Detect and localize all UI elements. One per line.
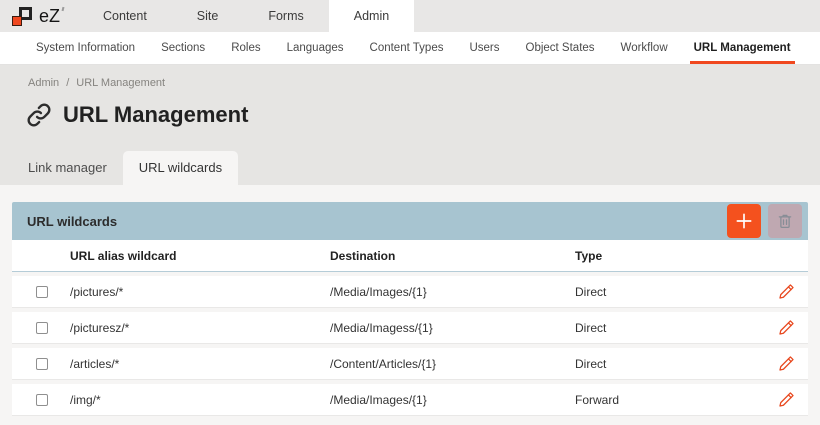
- logo-orange-square: [12, 16, 22, 26]
- ez-logo-text: eZ: [39, 6, 60, 27]
- page-title-text: URL Management: [63, 102, 248, 128]
- row-checkbox-cell: [12, 286, 70, 298]
- row-checkbox-cell: [12, 358, 70, 370]
- pencil-icon: [778, 391, 795, 408]
- cell-wildcard: /pictures/*: [70, 285, 330, 299]
- adminnav-item-workflow[interactable]: Workflow: [608, 32, 681, 64]
- row-checkbox-cell: [12, 394, 70, 406]
- row-actions-cell: [764, 317, 808, 338]
- cell-wildcard: /img/*: [70, 393, 330, 407]
- cell-type: Direct: [575, 321, 764, 335]
- delete-wildcard-button[interactable]: [768, 204, 802, 238]
- edit-wildcard-button[interactable]: [776, 281, 797, 302]
- tabs: Link manager URL wildcards: [12, 151, 238, 185]
- topnav-item-forms[interactable]: Forms: [243, 0, 328, 32]
- row-actions-cell: [764, 281, 808, 302]
- top-bar: eZ Content Site Forms Admin: [0, 0, 820, 32]
- row-checkbox[interactable]: [36, 358, 48, 370]
- row-checkbox-cell: [12, 322, 70, 334]
- cell-destination: /Media/Images/{1}: [330, 285, 575, 299]
- ez-logo-icon: [12, 6, 33, 27]
- admin-sub-nav: System Information Sections Roles Langua…: [0, 32, 820, 65]
- pencil-icon: [778, 319, 795, 336]
- cell-type: Direct: [575, 285, 764, 299]
- adminnav-item-object-states[interactable]: Object States: [513, 32, 608, 64]
- table-row: /articles/* /Content/Articles/{1} Direct: [12, 348, 808, 380]
- plus-icon: [734, 211, 754, 231]
- link-icon: [26, 102, 52, 128]
- breadcrumb-separator: /: [66, 77, 69, 89]
- cell-destination: /Media/Imagess/{1}: [330, 321, 575, 335]
- ez-logo[interactable]: eZ: [0, 0, 66, 32]
- topnav-item-site[interactable]: Site: [172, 0, 244, 32]
- table-row: /img/* /Media/Images/{1} Forward: [12, 384, 808, 416]
- panel-title: URL wildcards: [27, 214, 727, 229]
- pencil-icon: [778, 283, 795, 300]
- tab-link-manager[interactable]: Link manager: [12, 151, 123, 185]
- row-actions-cell: [764, 389, 808, 410]
- cell-wildcard: /articles/*: [70, 357, 330, 371]
- page-header: Admin / URL Management URL Management Li…: [0, 65, 820, 185]
- topnav-item-content[interactable]: Content: [78, 0, 172, 32]
- table-header-row: URL alias wildcard Destination Type: [12, 240, 808, 272]
- edit-wildcard-button[interactable]: [776, 317, 797, 338]
- adminnav-item-url-management[interactable]: URL Management: [681, 32, 804, 64]
- breadcrumb-item-admin[interactable]: Admin: [28, 77, 59, 89]
- add-wildcard-button[interactable]: [727, 204, 761, 238]
- table-row: /pictures/* /Media/Images/{1} Direct: [12, 276, 808, 308]
- adminnav-item-languages[interactable]: Languages: [274, 32, 357, 64]
- edit-wildcard-button[interactable]: [776, 353, 797, 374]
- adminnav-item-sections[interactable]: Sections: [148, 32, 218, 64]
- top-nav: Content Site Forms Admin: [78, 0, 414, 32]
- breadcrumb-item-url-management: URL Management: [76, 77, 165, 89]
- panel-header: URL wildcards: [12, 202, 808, 240]
- adminnav-item-system-information[interactable]: System Information: [23, 32, 148, 64]
- breadcrumb: Admin / URL Management: [0, 65, 820, 89]
- page-title: URL Management: [26, 102, 820, 128]
- cell-type: Direct: [575, 357, 764, 371]
- edit-wildcard-button[interactable]: [776, 389, 797, 410]
- cell-wildcard: /picturesz/*: [70, 321, 330, 335]
- row-actions-cell: [764, 353, 808, 374]
- adminnav-item-content-types[interactable]: Content Types: [357, 32, 457, 64]
- column-header-type: Type: [575, 249, 764, 263]
- url-wildcards-panel: URL wildcards: [12, 202, 808, 416]
- cell-destination: /Media/Images/{1}: [330, 393, 575, 407]
- tab-url-wildcards[interactable]: URL wildcards: [123, 151, 238, 185]
- row-checkbox[interactable]: [36, 322, 48, 334]
- adminnav-item-users[interactable]: Users: [456, 32, 512, 64]
- row-checkbox[interactable]: [36, 286, 48, 298]
- trash-icon: [776, 212, 794, 230]
- main-content: URL wildcards: [0, 185, 820, 416]
- column-header-destination: Destination: [330, 249, 575, 263]
- cell-destination: /Content/Articles/{1}: [330, 357, 575, 371]
- table-row: /picturesz/* /Media/Imagess/{1} Direct: [12, 312, 808, 344]
- pencil-icon: [778, 355, 795, 372]
- row-checkbox[interactable]: [36, 394, 48, 406]
- adminnav-item-roles[interactable]: Roles: [218, 32, 273, 64]
- cell-type: Forward: [575, 393, 764, 407]
- topnav-item-admin[interactable]: Admin: [329, 0, 414, 32]
- column-header-url-alias-wildcard: URL alias wildcard: [70, 249, 330, 263]
